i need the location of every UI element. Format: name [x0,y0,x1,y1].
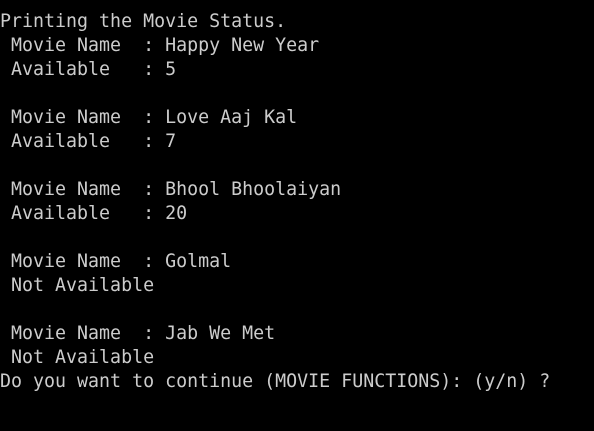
movie-status-line: Available : 7 [0,131,177,152]
movie-status-line: Available : 5 [0,59,177,80]
continue-prompt-line[interactable]: Do you want to continue (MOVIE FUNCTIONS… [0,370,594,394]
movie-name-line: Movie Name : Bhool Bhoolaiyan [0,179,342,200]
console-heading: Printing the Movie Status. [0,11,287,32]
movie-name-line: Movie Name : Jab We Met [0,323,276,344]
console-window[interactable]: Printing the Movie Status. Movie Name : … [0,0,594,431]
movie-status-line: Available : 20 [0,203,188,224]
movie-status-line: Not Available [0,347,155,368]
movie-name-line: Movie Name : Golmal [0,251,232,272]
movie-status-line: Not Available [0,275,155,296]
movie-name-line: Movie Name : Love Aaj Kal [0,107,298,128]
continue-prompt: Do you want to continue (MOVIE FUNCTIONS… [0,371,551,392]
movie-name-line: Movie Name : Happy New Year [0,35,320,56]
